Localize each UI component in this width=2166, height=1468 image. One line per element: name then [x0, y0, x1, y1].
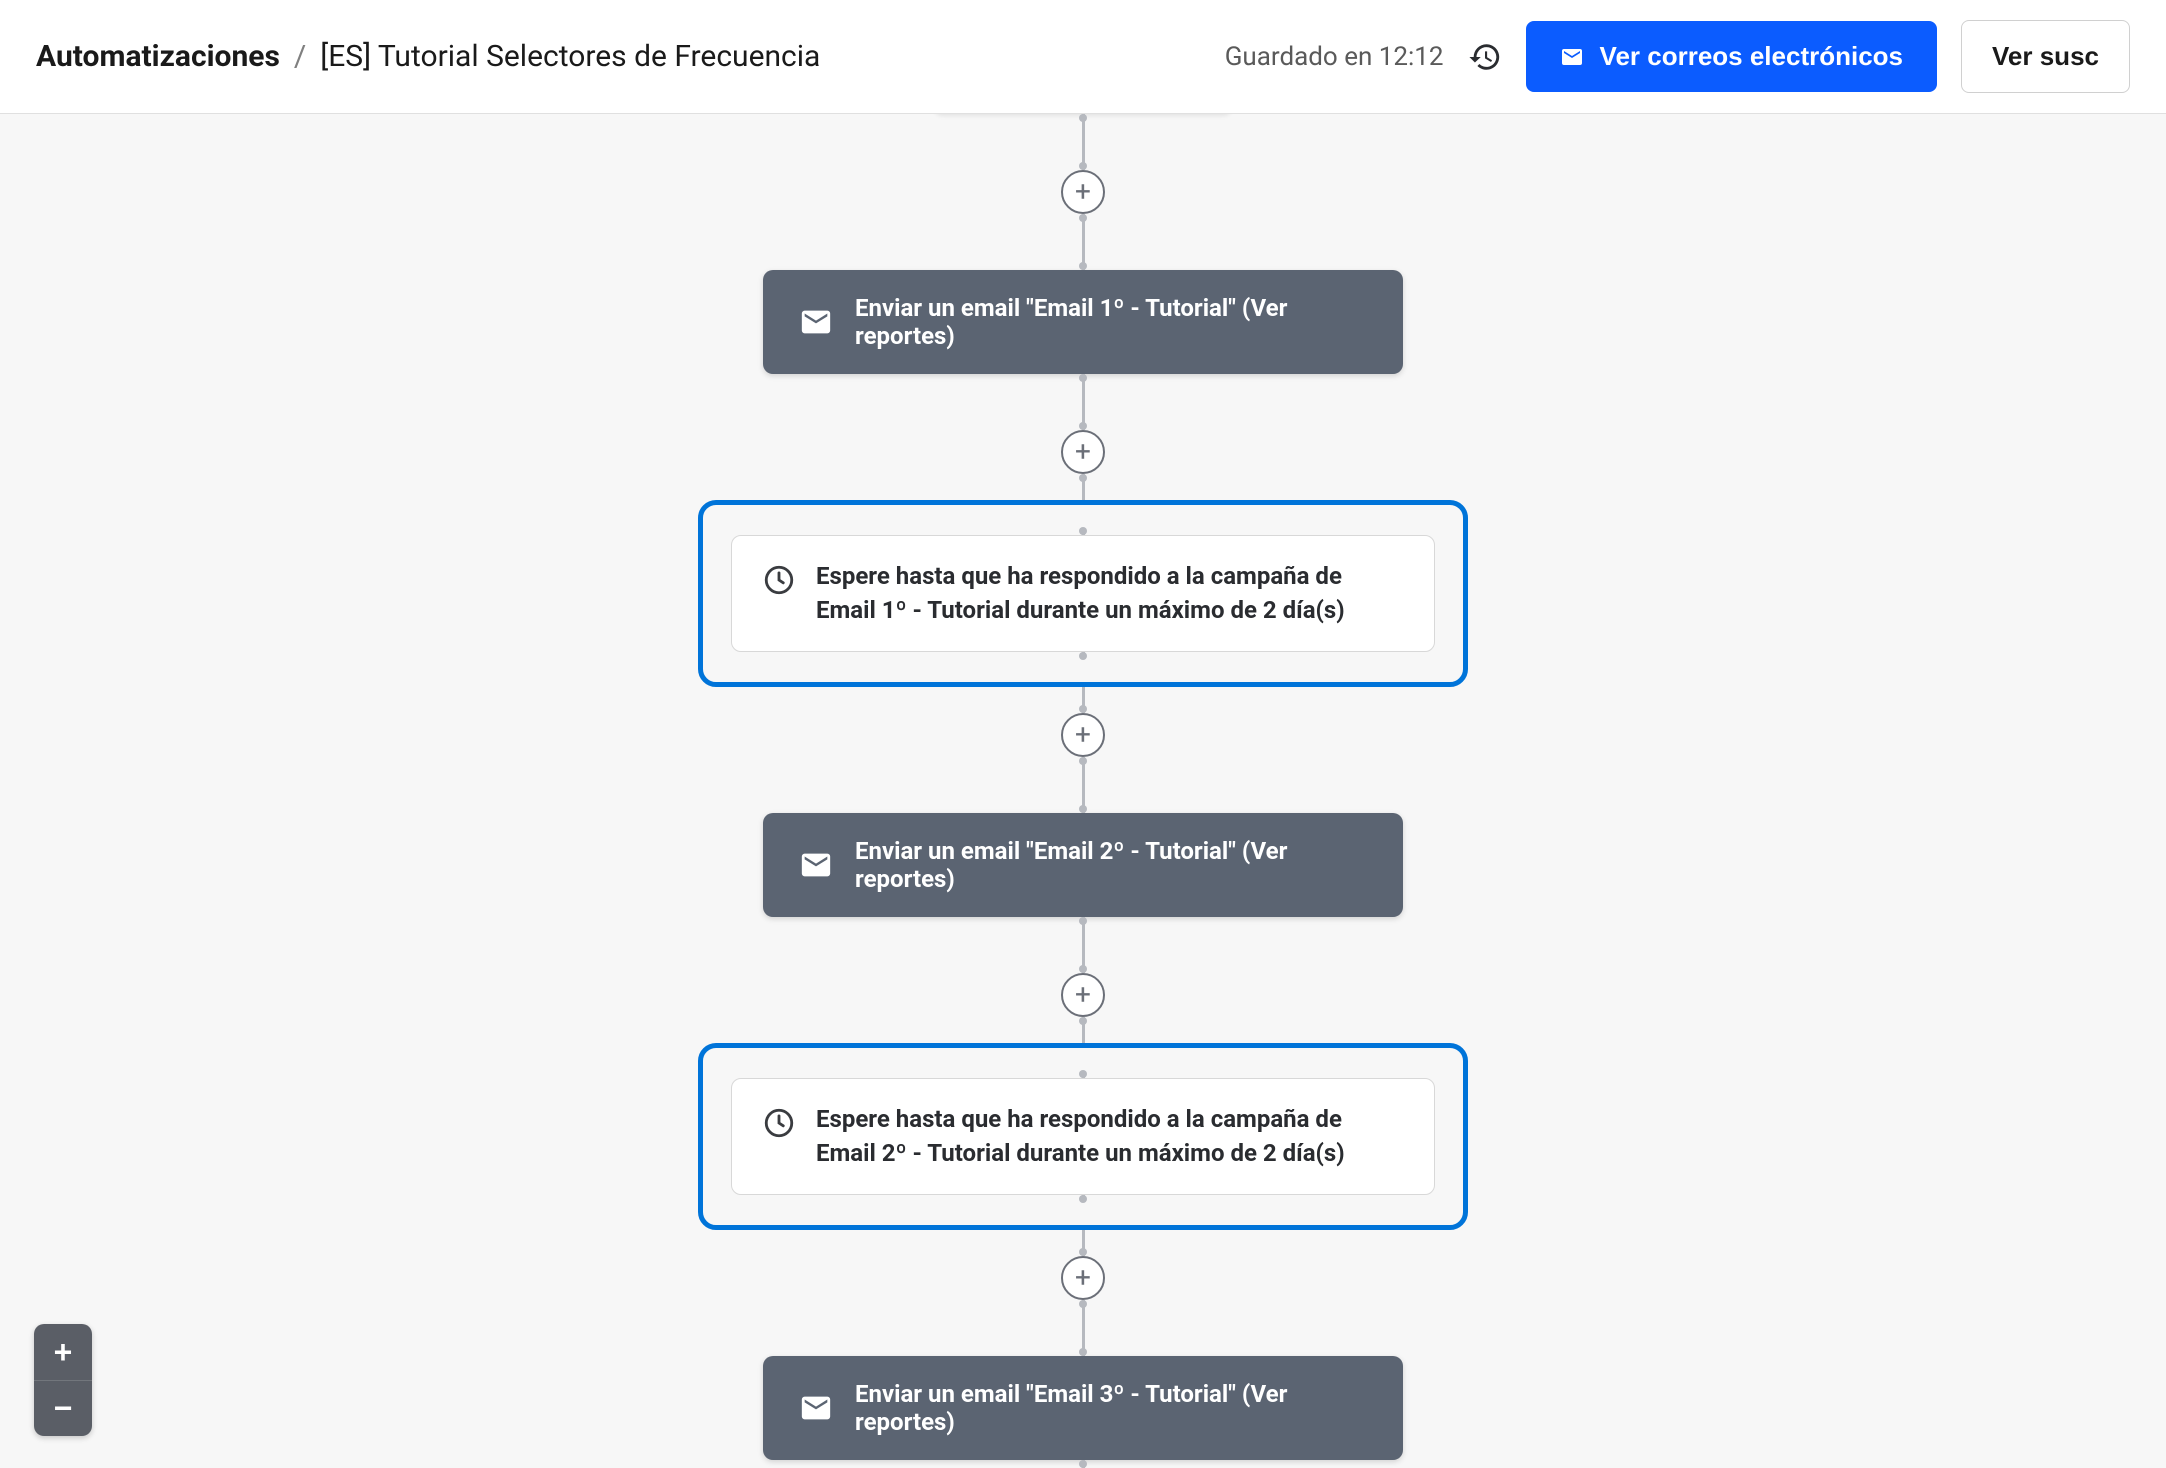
wait-node-inner[interactable]: Espere hasta que ha respondido a la camp… [731, 535, 1435, 652]
send-email-node-3[interactable]: Enviar un email "Email 3º - Tutorial" (V… [763, 1356, 1403, 1460]
zoom-in-button[interactable]: + [34, 1324, 92, 1380]
node-label: Espere hasta que ha respondido a la camp… [816, 560, 1404, 627]
connector [1082, 652, 1085, 656]
email-icon [799, 1391, 833, 1425]
connector [1082, 1017, 1085, 1043]
connector [1082, 214, 1085, 270]
add-step-button[interactable]: + [1061, 1256, 1105, 1300]
connector [1082, 531, 1085, 535]
add-step-button[interactable]: + [1061, 713, 1105, 757]
zoom-controls: + − [34, 1324, 92, 1436]
wait-node-inner[interactable]: Espere hasta que ha respondido a la camp… [731, 1078, 1435, 1195]
view-emails-label: Ver correos electrónicos [1600, 41, 1903, 72]
node-label: Espere hasta que ha respondido a la camp… [816, 1103, 1404, 1170]
email-icon [1560, 45, 1584, 69]
history-icon[interactable] [1468, 40, 1502, 74]
connector [1082, 757, 1085, 813]
flow: + Enviar un email "Email 1º - Tutorial" … [683, 114, 1483, 1468]
view-subscribers-button[interactable]: Ver susc [1961, 20, 2130, 93]
breadcrumb-page: [ES] Tutorial Selectores de Frecuencia [320, 39, 820, 74]
header-actions: Guardado en 12:12 Ver correos electrónic… [1225, 20, 2130, 93]
connector [1082, 474, 1085, 500]
clock-icon [762, 1106, 796, 1140]
add-step-button[interactable]: + [1061, 973, 1105, 1017]
connector [1082, 1074, 1085, 1078]
connector [1082, 1195, 1085, 1199]
node-label: Enviar un email "Email 2º - Tutorial" (V… [855, 837, 1367, 893]
connector [1082, 917, 1085, 973]
saved-timestamp: Guardado en 12:12 [1225, 42, 1444, 72]
wait-node-2[interactable]: Espere hasta que ha respondido a la camp… [698, 1043, 1468, 1230]
connector [1082, 374, 1085, 430]
connector [1082, 1300, 1085, 1356]
canvas[interactable]: + Enviar un email "Email 1º - Tutorial" … [0, 114, 2166, 1468]
zoom-out-button[interactable]: − [34, 1380, 92, 1436]
node-label: Enviar un email "Email 1º - Tutorial" (V… [855, 294, 1367, 350]
send-email-node-2[interactable]: Enviar un email "Email 2º - Tutorial" (V… [763, 813, 1403, 917]
node-label: Enviar un email "Email 3º - Tutorial" (V… [855, 1380, 1367, 1436]
send-email-node-1[interactable]: Enviar un email "Email 1º - Tutorial" (V… [763, 270, 1403, 374]
view-emails-button[interactable]: Ver correos electrónicos [1526, 21, 1937, 92]
add-step-button[interactable]: + [1061, 430, 1105, 474]
breadcrumb: Automatizaciones / [ES] Tutorial Selecto… [36, 39, 820, 74]
connector [1082, 1230, 1085, 1256]
breadcrumb-root[interactable]: Automatizaciones [36, 39, 280, 74]
connector [1082, 114, 1085, 170]
wait-node-1[interactable]: Espere hasta que ha respondido a la camp… [698, 500, 1468, 687]
connector [1082, 687, 1085, 713]
clock-icon [762, 563, 796, 597]
email-icon [799, 848, 833, 882]
breadcrumb-separator: / [294, 39, 306, 74]
connector [1082, 1460, 1085, 1468]
add-step-button[interactable]: + [1061, 170, 1105, 214]
email-icon [799, 305, 833, 339]
header: Automatizaciones / [ES] Tutorial Selecto… [0, 0, 2166, 114]
